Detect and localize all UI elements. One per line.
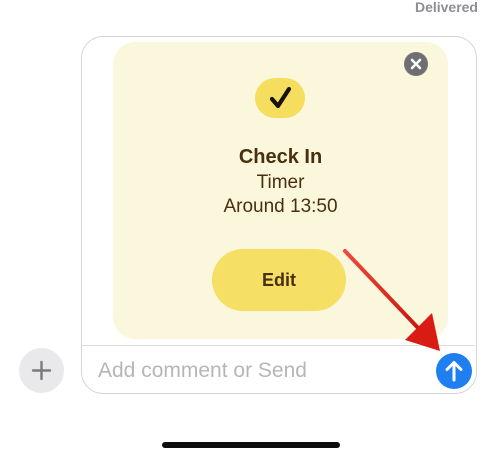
- comment-input[interactable]: [96, 356, 420, 386]
- check-in-title: Check In: [238, 146, 323, 168]
- check-in-card[interactable]: Check In Timer Around 13:50 Edit: [113, 42, 448, 339]
- compose-divider: [82, 345, 475, 346]
- close-icon[interactable]: [404, 52, 428, 76]
- home-indicator[interactable]: [162, 442, 340, 448]
- send-arrow-up-icon[interactable]: [436, 353, 472, 389]
- plus-icon[interactable]: [19, 348, 64, 393]
- check-in-mode: Timer: [256, 172, 305, 193]
- delivered-status: Delivered: [414, 0, 478, 15]
- edit-button[interactable]: Edit: [212, 249, 346, 311]
- checkmark-icon: [255, 78, 305, 118]
- check-in-eta: Around 13:50: [223, 196, 338, 217]
